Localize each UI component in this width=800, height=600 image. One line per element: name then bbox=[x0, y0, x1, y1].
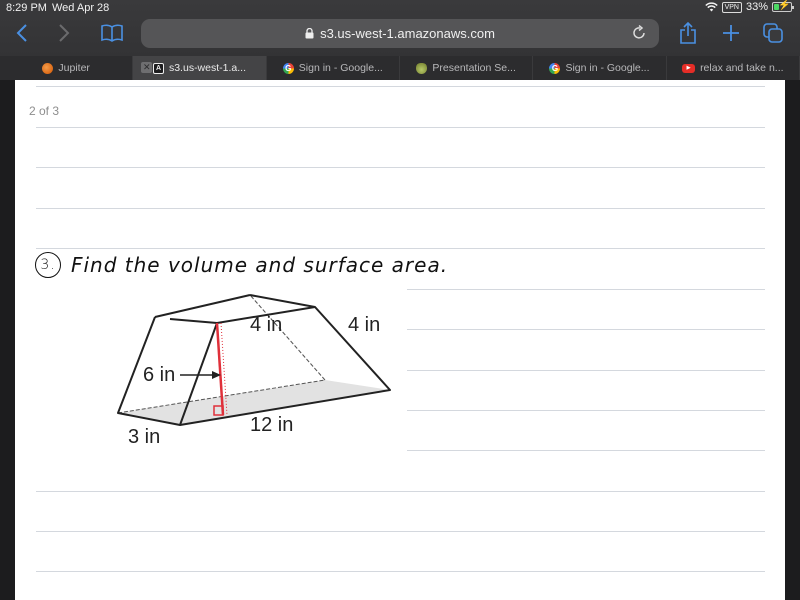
tab-s3-active[interactable]: ✕ A s3.us-west-1.a... bbox=[133, 56, 267, 80]
tab-label: relax and take n... bbox=[700, 62, 784, 74]
tab-label: Presentation Se... bbox=[432, 62, 516, 74]
wifi-icon bbox=[704, 2, 718, 12]
document-page: 2 of 3 3. Find the volume and surface ar… bbox=[15, 80, 785, 600]
status-indicators: VPN 33% ⚡ bbox=[704, 0, 794, 13]
browser-chrome: 8:29 PM Wed Apr 28 VPN 33% ⚡ s3.us-west-… bbox=[0, 0, 800, 56]
url-text: s3.us-west-1.amazonaws.com bbox=[320, 26, 495, 41]
trapezoidal-prism-figure: 6 in 4 in 4 in 3 in 12 in bbox=[117, 294, 391, 448]
tab-label: Sign in - Google... bbox=[298, 62, 383, 74]
bookmarks-button[interactable] bbox=[100, 20, 124, 46]
problem-statement: 3. Find the volume and surface area. bbox=[35, 252, 448, 278]
chevron-left-icon bbox=[16, 24, 27, 42]
tab-label: s3.us-west-1.a... bbox=[168, 62, 246, 74]
presentation-icon bbox=[416, 62, 428, 74]
problem-number: 3. bbox=[35, 252, 61, 278]
lock-icon bbox=[305, 28, 314, 39]
share-icon bbox=[680, 22, 696, 44]
tab-youtube[interactable]: ▶ relax and take n... bbox=[667, 56, 800, 80]
vpn-badge: VPN bbox=[721, 1, 742, 13]
ruled-line bbox=[36, 248, 765, 249]
close-tab-button[interactable]: ✕ bbox=[141, 62, 153, 73]
chevron-right-icon bbox=[59, 24, 70, 42]
a-icon: A bbox=[152, 62, 164, 74]
ruled-line bbox=[407, 410, 765, 411]
label-bottom-width: 3 in bbox=[128, 426, 160, 448]
ruled-line bbox=[36, 491, 765, 492]
tab-label: Jupiter bbox=[58, 62, 90, 74]
reload-button[interactable] bbox=[632, 24, 647, 45]
ruled-line bbox=[407, 450, 765, 451]
ruled-line bbox=[407, 289, 765, 290]
status-date: Wed Apr 28 bbox=[52, 2, 110, 14]
google-icon: G bbox=[282, 62, 294, 74]
youtube-icon: ▶ bbox=[682, 63, 696, 73]
google-icon: G bbox=[549, 62, 561, 74]
tab-google-signin-1[interactable]: G Sign in - Google... bbox=[267, 56, 400, 80]
label-slant-side: 4 in bbox=[348, 314, 380, 336]
reload-icon bbox=[633, 24, 645, 39]
charging-bolt-icon: ⚡ bbox=[778, 0, 791, 11]
new-tab-button[interactable] bbox=[720, 20, 742, 46]
tabs-icon bbox=[763, 23, 783, 43]
tab-overview-button[interactable] bbox=[762, 20, 784, 46]
label-height: 6 in bbox=[143, 364, 175, 386]
forward-button[interactable] bbox=[54, 20, 74, 46]
ruled-line bbox=[407, 370, 765, 371]
label-top-width: 4 in bbox=[250, 314, 282, 336]
address-bar[interactable]: s3.us-west-1.amazonaws.com bbox=[141, 19, 659, 48]
share-button[interactable] bbox=[677, 20, 699, 46]
battery-icon: ⚡ bbox=[772, 0, 794, 12]
status-bar: 8:29 PM Wed Apr 28 VPN 33% ⚡ bbox=[0, 0, 800, 16]
problem-text: Find the volume and surface area. bbox=[71, 253, 449, 277]
ruled-line bbox=[36, 571, 765, 572]
status-time: 8:29 PM bbox=[6, 2, 47, 14]
ruled-line bbox=[36, 86, 765, 87]
ruled-line bbox=[36, 167, 765, 168]
page-indicator: 2 of 3 bbox=[29, 104, 60, 118]
label-length: 12 in bbox=[250, 414, 293, 436]
jupiter-icon bbox=[42, 62, 54, 74]
back-button[interactable] bbox=[12, 20, 32, 46]
tab-presentation[interactable]: Presentation Se... bbox=[400, 56, 534, 80]
battery-percent: 33% bbox=[745, 1, 768, 13]
tab-strip: Jupiter ✕ A s3.us-west-1.a... G Sign in … bbox=[0, 56, 800, 80]
plus-icon bbox=[723, 25, 739, 41]
ruled-line bbox=[36, 208, 765, 209]
battery-nub bbox=[792, 6, 794, 9]
ruled-line bbox=[407, 329, 765, 330]
ruled-line bbox=[36, 127, 765, 128]
tab-label: Sign in - Google... bbox=[565, 62, 650, 74]
ruled-line bbox=[36, 531, 765, 532]
book-icon bbox=[101, 24, 123, 42]
tab-google-signin-2[interactable]: G Sign in - Google... bbox=[533, 56, 667, 80]
tab-jupiter[interactable]: Jupiter bbox=[0, 56, 134, 80]
